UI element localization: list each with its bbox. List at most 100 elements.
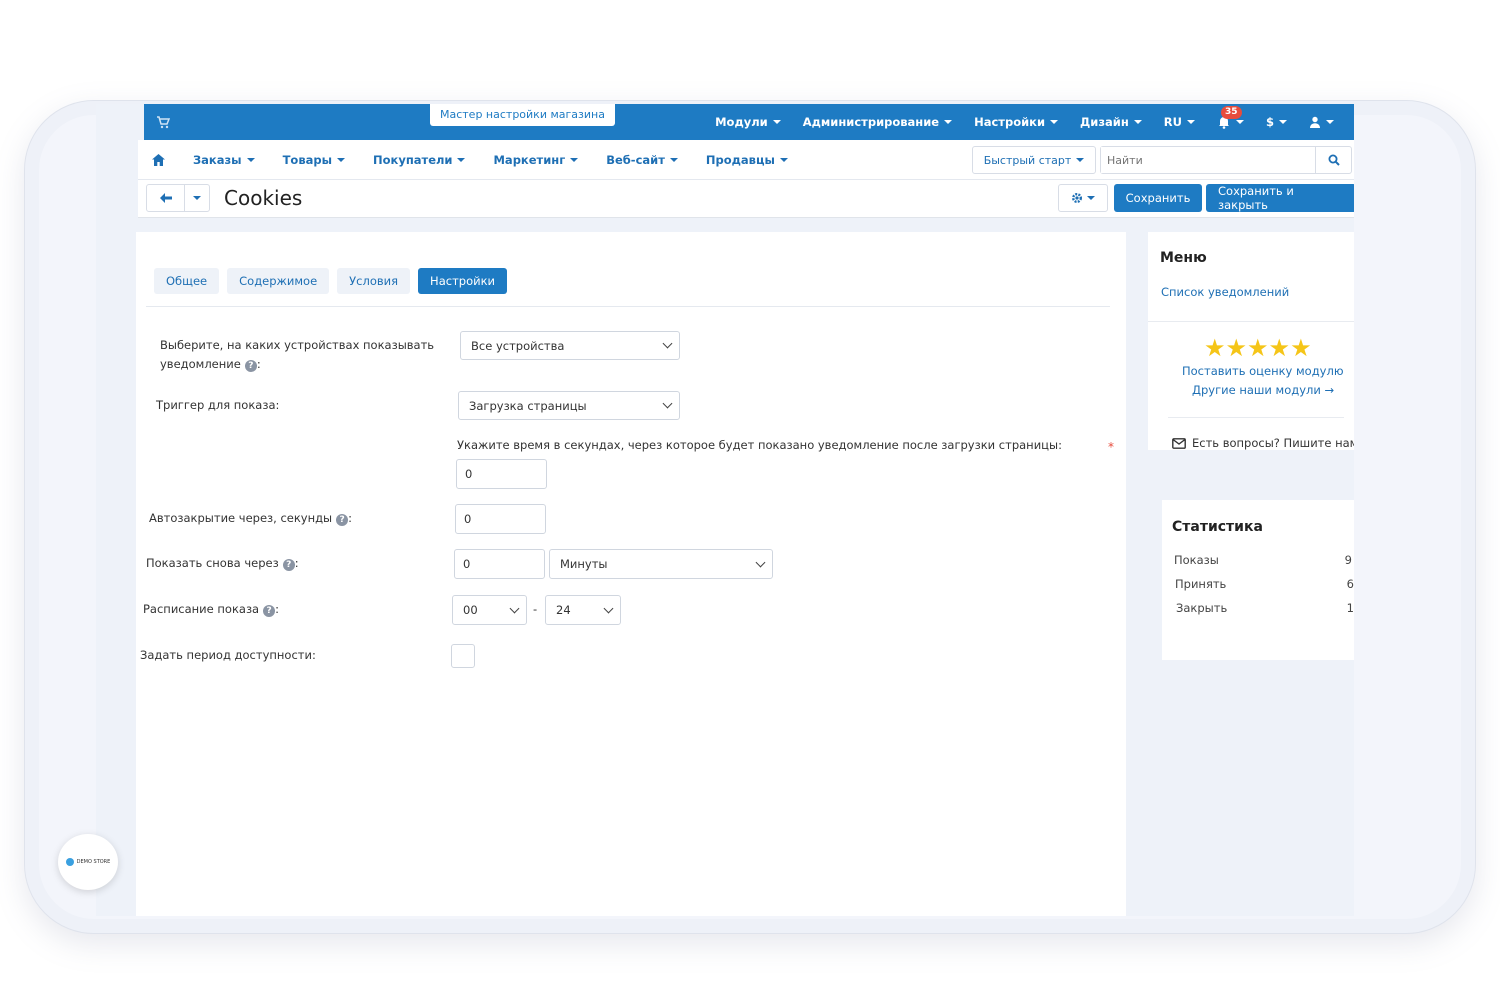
search-button[interactable] bbox=[1315, 147, 1351, 173]
stat-row: Принять 6 bbox=[1175, 577, 1354, 591]
tab-conditions[interactable]: Условия bbox=[337, 268, 411, 294]
tools-dropdown[interactable] bbox=[1058, 184, 1108, 212]
store-wizard-button[interactable]: Мастер настройки магазина bbox=[430, 104, 615, 126]
main-nav: Заказы Товары Покупатели Маркетинг Веб-с… bbox=[138, 140, 1354, 180]
rating-stars[interactable]: ★★★★★ bbox=[1204, 336, 1312, 360]
caret-down-icon bbox=[1076, 158, 1085, 162]
caret-down-icon bbox=[1087, 196, 1095, 200]
caret-down-icon bbox=[570, 158, 579, 162]
caret-down-icon bbox=[457, 158, 466, 162]
nav-website[interactable]: Веб-сайт bbox=[606, 153, 678, 167]
chevron-down-icon bbox=[662, 398, 673, 409]
menu-title: Меню bbox=[1160, 250, 1207, 266]
required-mark: * bbox=[1108, 440, 1114, 454]
caret-down-icon bbox=[337, 158, 345, 162]
availability-period-checkbox[interactable] bbox=[451, 644, 475, 668]
language-selector[interactable]: RU bbox=[1164, 115, 1195, 129]
back-button[interactable] bbox=[147, 185, 185, 211]
tab-settings[interactable]: Настройки bbox=[418, 268, 507, 294]
top-menu-design[interactable]: Дизайн bbox=[1080, 115, 1142, 129]
help-icon[interactable]: ? bbox=[244, 360, 257, 372]
top-menu-settings[interactable]: Настройки bbox=[974, 115, 1059, 129]
stat-row: Закрыть 1 bbox=[1176, 601, 1354, 615]
notifications-list-link[interactable]: Список уведомлений bbox=[1161, 285, 1289, 299]
repeat-unit-select[interactable]: Минуты bbox=[549, 549, 773, 579]
tab-general[interactable]: Общее bbox=[154, 268, 220, 294]
cart-icon[interactable] bbox=[156, 114, 171, 129]
caret-down-icon bbox=[1235, 120, 1244, 124]
statistics-title: Статистика bbox=[1172, 519, 1263, 535]
schedule-label: Расписание показа?: bbox=[143, 602, 279, 617]
nav-orders[interactable]: Заказы bbox=[193, 153, 255, 167]
tab-divider bbox=[146, 306, 1110, 307]
divider bbox=[1148, 321, 1354, 322]
top-menu: Модули Администрирование Настройки Дизай… bbox=[715, 104, 1334, 140]
caret-down-icon bbox=[944, 120, 953, 124]
devices-select[interactable]: Все устройства bbox=[460, 331, 680, 360]
sidebar-menu-card: Меню Список уведомлений ★★★★★ Поставить … bbox=[1148, 232, 1354, 450]
divider bbox=[1168, 417, 1344, 418]
help-icon[interactable]: ? bbox=[336, 514, 349, 526]
page-title: Cookies bbox=[224, 186, 303, 210]
caret-down-icon bbox=[1186, 120, 1195, 124]
currency-selector[interactable]: $ bbox=[1266, 115, 1287, 129]
caret-down-icon bbox=[779, 158, 788, 162]
delay-note: Укажите время в секундах, через которое … bbox=[457, 438, 1062, 452]
title-bar: Cookies Сохранить Сохранить и закрыть bbox=[138, 180, 1354, 218]
delay-seconds-input[interactable]: 0 bbox=[456, 459, 547, 489]
trigger-select[interactable]: Загрузка страницы bbox=[458, 391, 680, 420]
save-and-close-button[interactable]: Сохранить и закрыть bbox=[1206, 184, 1354, 212]
rate-module-link[interactable]: Поставить оценку модулю bbox=[1182, 364, 1344, 378]
tab-bar: Общее Содержимое Условия Настройки bbox=[154, 268, 507, 294]
chevron-down-icon bbox=[603, 603, 614, 613]
top-menu-modules[interactable]: Модули bbox=[715, 115, 781, 129]
caret-down-icon bbox=[1133, 120, 1142, 124]
repeat-value-input[interactable]: 0 bbox=[454, 549, 545, 579]
schedule-separator: - bbox=[533, 602, 538, 616]
tab-content[interactable]: Содержимое bbox=[227, 268, 330, 294]
caret-down-icon bbox=[246, 158, 255, 162]
schedule-to-select[interactable]: 24 bbox=[545, 595, 621, 625]
stat-row: Показы 9 bbox=[1174, 553, 1352, 567]
help-icon[interactable]: ? bbox=[282, 559, 295, 571]
save-button[interactable]: Сохранить bbox=[1114, 184, 1202, 212]
search-box bbox=[1100, 146, 1352, 174]
nav-vendors[interactable]: Продавцы bbox=[706, 153, 788, 167]
search-input[interactable] bbox=[1101, 147, 1315, 173]
quick-start-button[interactable]: Быстрый старт bbox=[972, 146, 1096, 174]
main-content: Общее Содержимое Условия Настройки Выбер… bbox=[136, 232, 1126, 916]
top-bar: Мастер настройки магазина Модули Админис… bbox=[144, 104, 1354, 140]
repeat-label: Показать снова через?: bbox=[146, 556, 299, 571]
chevron-down-icon bbox=[662, 338, 673, 349]
nav-customers[interactable]: Покупатели bbox=[373, 153, 466, 167]
chevron-down-icon bbox=[755, 557, 766, 567]
back-button-group bbox=[146, 184, 210, 212]
nav-marketing[interactable]: Маркетинг bbox=[493, 153, 579, 167]
autoclose-input[interactable]: 0 bbox=[455, 504, 546, 534]
trigger-label: Триггер для показа: bbox=[156, 398, 280, 412]
app-screen: Мастер настройки магазина Модули Админис… bbox=[96, 104, 1354, 916]
demo-logo-icon bbox=[65, 858, 74, 866]
demo-store-badge[interactable]: DEMO STORE bbox=[58, 834, 118, 890]
gear-icon bbox=[1072, 193, 1082, 203]
back-history-dropdown[interactable] bbox=[185, 185, 209, 211]
home-icon[interactable] bbox=[152, 154, 165, 166]
arrow-left-icon bbox=[159, 193, 172, 203]
caret-down-icon bbox=[1050, 120, 1059, 124]
caret-down-icon bbox=[1326, 120, 1334, 124]
notifications-button[interactable]: 35 bbox=[1217, 106, 1244, 129]
nav-products[interactable]: Товары bbox=[283, 153, 345, 167]
devices-label: Выберите, на каких устройствах показыват… bbox=[160, 338, 435, 372]
schedule-from-select[interactable]: 00 bbox=[452, 595, 527, 625]
user-icon bbox=[1310, 116, 1320, 128]
nav-items: Заказы Товары Покупатели Маркетинг Веб-с… bbox=[152, 140, 788, 180]
contact-link[interactable]: Есть вопросы? Пишите нам! bbox=[1172, 436, 1354, 450]
user-menu[interactable] bbox=[1309, 116, 1334, 128]
caret-down-icon bbox=[1279, 120, 1287, 124]
other-modules-link[interactable]: Другие наши модули → bbox=[1192, 383, 1334, 397]
top-menu-administration[interactable]: Администрирование bbox=[803, 115, 953, 129]
envelope-icon bbox=[1172, 437, 1186, 449]
notifications-badge: 35 bbox=[1220, 106, 1242, 119]
chevron-down-icon bbox=[509, 603, 520, 613]
help-icon[interactable]: ? bbox=[263, 605, 276, 617]
